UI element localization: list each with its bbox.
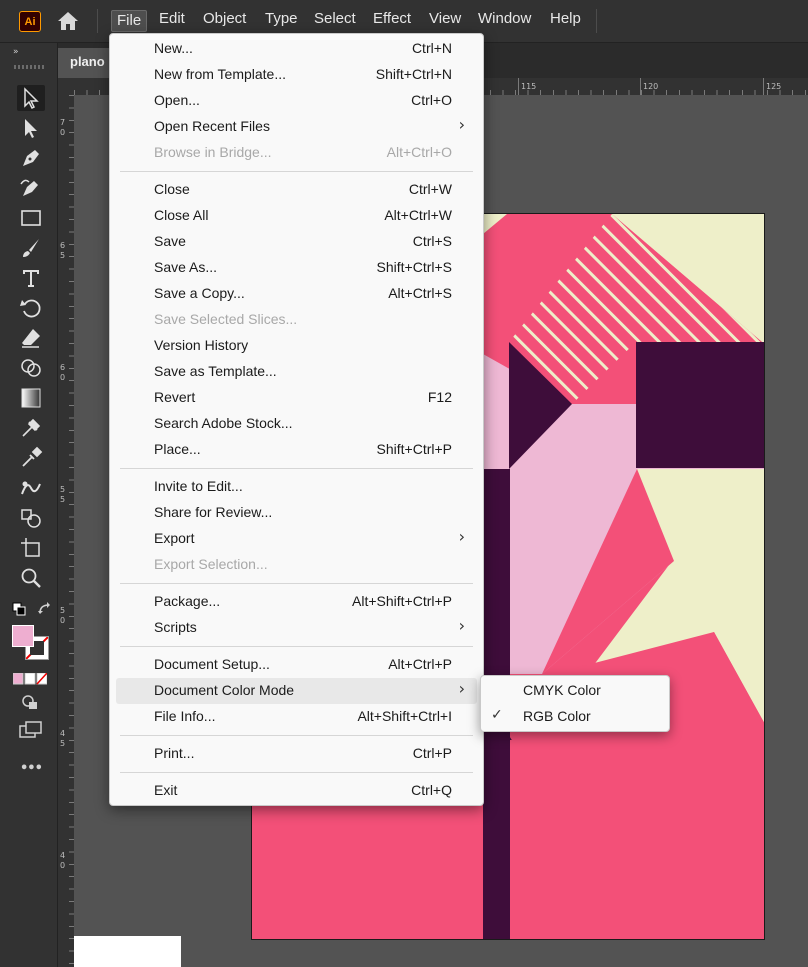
more-tools-icon[interactable]: •••: [20, 761, 43, 776]
menubar-divider: [596, 9, 597, 33]
menu-item-document-setup[interactable]: Document Setup... Alt+Ctrl+P: [110, 652, 483, 678]
menu-item-save-as[interactable]: Save As... Shift+Ctrl+S: [110, 255, 483, 281]
menu-item-scripts[interactable]: Scripts ›: [110, 615, 483, 641]
menu-object[interactable]: Object: [198, 10, 251, 32]
color-mode-buttons[interactable]: [12, 670, 48, 685]
menu-type[interactable]: Type: [260, 10, 303, 32]
menu-select[interactable]: Select: [309, 10, 361, 32]
menu-item-save-as-template[interactable]: Save as Template...: [110, 359, 483, 385]
panel-grip[interactable]: [14, 65, 44, 69]
menu-item-file-info[interactable]: File Info... Alt+Shift+Ctrl+I: [110, 704, 483, 730]
ruler-label: 70: [60, 118, 66, 137]
document-color-mode-submenu: CMYK Color ✓ RGB Color: [480, 675, 670, 732]
menu-item-save[interactable]: Save Ctrl+S: [110, 229, 483, 255]
menu-item-close-all[interactable]: Close All Alt+Ctrl+W: [110, 203, 483, 229]
submenu-item-rgb-color[interactable]: ✓ RGB Color: [481, 704, 669, 730]
rotate-tool-icon[interactable]: [17, 295, 45, 321]
home-icon[interactable]: [56, 10, 80, 32]
eyedropper-tool-icon[interactable]: [17, 445, 45, 471]
menu-help[interactable]: Help: [545, 10, 586, 32]
ruler-label: 40: [60, 851, 66, 870]
menu-item-package[interactable]: Package... Alt+Shift+Ctrl+P: [110, 589, 483, 615]
selection-tool-icon[interactable]: [17, 85, 45, 111]
menu-item-place[interactable]: Place... Shift+Ctrl+P: [110, 437, 483, 463]
menu-item-exit[interactable]: Exit Ctrl+Q: [110, 778, 483, 804]
submenu-arrow-icon: ›: [458, 115, 465, 134]
default-colors-icon[interactable]: [12, 601, 26, 616]
menu-file[interactable]: File: [111, 10, 148, 32]
ruler-major-tick: [518, 78, 519, 95]
menubar-divider: [97, 9, 98, 33]
ruler-label: 120: [643, 82, 659, 91]
shape-builder-tool-icon[interactable]: [17, 355, 45, 381]
zoom-tool-icon[interactable]: [17, 565, 45, 591]
direct-selection-tool-icon[interactable]: [17, 115, 45, 141]
menu-item-browse-in-bridge: Browse in Bridge... Alt+Ctrl+O: [154, 144, 452, 160]
mesh-tool-icon[interactable]: [17, 415, 45, 441]
swap-colors-icon[interactable]: [37, 601, 53, 617]
artboard-tool-icon[interactable]: [17, 535, 45, 561]
menu-window[interactable]: Window: [473, 10, 536, 32]
file-menu-dropdown: New... Ctrl+N New from Template... Shift+C…: [109, 33, 484, 806]
menu-item-version-history[interactable]: Version History: [110, 333, 483, 359]
menu-view[interactable]: View: [424, 10, 466, 32]
menu-item-revert[interactable]: Revert F12: [110, 385, 483, 411]
menu-item-open-recent-files[interactable]: Open Recent Files ›: [110, 114, 483, 140]
menu-item-close[interactable]: Close Ctrl+W: [110, 177, 483, 203]
menu-item-search-adobe-stock[interactable]: Search Adobe Stock...: [110, 411, 483, 437]
ruler-label: 55: [60, 485, 66, 504]
menu-separator: [120, 735, 473, 736]
document-tab[interactable]: plano: [58, 48, 110, 78]
menu-item-new[interactable]: New... Ctrl+N: [110, 36, 483, 62]
ruler-label: 115: [521, 82, 537, 91]
menu-item-save-selected-slices: Save Selected Slices...: [154, 311, 298, 327]
menu-item-document-color-mode[interactable]: Document Color Mode ›: [116, 678, 477, 704]
pen-tool-icon[interactable]: [17, 145, 45, 171]
menu-item-export[interactable]: Export ›: [110, 526, 483, 552]
menu-item-open[interactable]: Open... Ctrl+O: [110, 88, 483, 114]
curvature-tool-icon[interactable]: [17, 175, 45, 201]
draw-mode-icon[interactable]: [20, 693, 40, 711]
canvas-panel-fragment: [74, 936, 181, 967]
paintbrush-tool-icon[interactable]: [17, 235, 45, 261]
submenu-arrow-icon: ›: [458, 616, 465, 635]
ruler-origin[interactable]: [58, 78, 74, 95]
rectangle-tool-icon[interactable]: [17, 205, 45, 231]
tools-panel: » •••: [0, 43, 58, 967]
ruler-label: 60: [60, 363, 66, 382]
menu-separator: [120, 646, 473, 647]
vertical-ruler[interactable]: [58, 95, 74, 967]
submenu-item-cmyk-color[interactable]: CMYK Color: [481, 678, 669, 704]
type-tool-icon[interactable]: [17, 265, 45, 291]
menu-edit[interactable]: Edit: [154, 10, 190, 32]
menu-item-invite-to-edit[interactable]: Invite to Edit...: [110, 474, 483, 500]
ruler-label: 45: [60, 729, 66, 748]
ruler-major-tick: [640, 78, 641, 95]
ruler-label: 65: [60, 241, 66, 260]
symbol-sprayer-tool-icon[interactable]: [17, 505, 45, 531]
menu-separator: [120, 583, 473, 584]
ruler-major-tick: [763, 78, 764, 95]
ruler-label: 125: [766, 82, 782, 91]
ruler-label: 50: [60, 606, 66, 625]
eraser-tool-icon[interactable]: [17, 325, 45, 351]
menu-effect[interactable]: Effect: [368, 10, 416, 32]
submenu-arrow-icon: ›: [458, 527, 465, 546]
collapse-panel-icon[interactable]: »: [13, 47, 19, 57]
menu-separator: [120, 468, 473, 469]
menu-item-export-selection: Export Selection...: [154, 556, 268, 572]
menu-item-print[interactable]: Print... Ctrl+P: [110, 741, 483, 767]
submenu-arrow-icon: ›: [458, 679, 465, 698]
menu-item-new-from-template[interactable]: New from Template... Shift+Ctrl+N: [110, 62, 483, 88]
menu-item-save-a-copy[interactable]: Save a Copy... Alt+Ctrl+S: [110, 281, 483, 307]
illustrator-logo: Ai: [19, 11, 41, 32]
menu-item-share-for-review[interactable]: Share for Review...: [110, 500, 483, 526]
gradient-tool-icon[interactable]: [17, 385, 45, 411]
fill-swatch[interactable]: [12, 625, 34, 647]
menu-separator: [120, 171, 473, 172]
screen-mode-icon[interactable]: [19, 721, 43, 739]
menu-separator: [120, 772, 473, 773]
checkmark-icon: ✓: [491, 707, 503, 723]
blend-tool-icon[interactable]: [17, 475, 45, 501]
